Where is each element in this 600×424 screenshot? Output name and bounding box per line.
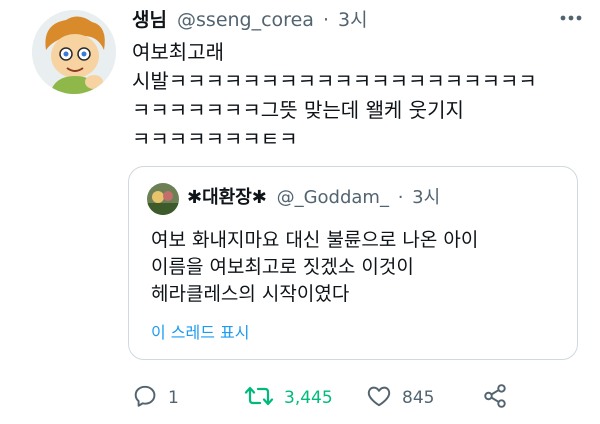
author-name[interactable]: 생님 — [132, 9, 167, 31]
quoted-tweet[interactable]: ✱대환장✱ @_Goddam_ · 3시 여보 화내지마요 대신 불륜으로 나온… — [128, 166, 578, 360]
like-button[interactable]: 845 — [366, 383, 434, 413]
retweet-count: 3,445 — [284, 388, 333, 408]
tweet-header: 생님 @sseng_corea · 3시 — [132, 8, 368, 32]
tweet-time[interactable]: 3시 — [338, 9, 368, 31]
like-count: 845 — [402, 388, 435, 408]
like-icon — [366, 383, 392, 413]
author-avatar[interactable] — [32, 10, 116, 94]
reply-icon — [132, 383, 158, 413]
author-handle[interactable]: @sseng_corea — [177, 9, 314, 31]
quote-author-handle[interactable]: @_Goddam_ — [277, 187, 389, 208]
quote-text: 여보 화내지마요 대신 불륜으로 나온 아이 이름을 여보최고로 짓겠소 이것이… — [151, 229, 479, 305]
quote-time[interactable]: 3시 — [412, 187, 440, 208]
show-thread-link[interactable]: 이 스레드 표시 — [151, 319, 250, 343]
separator-dot: · — [322, 9, 329, 31]
retweet-button[interactable]: 3,445 — [244, 383, 333, 413]
quote-author-avatar[interactable] — [147, 183, 179, 215]
reply-button[interactable]: 1 — [132, 383, 179, 413]
share-icon — [482, 383, 508, 413]
share-button[interactable] — [482, 383, 508, 413]
quote-separator-dot: · — [397, 187, 404, 208]
quote-author-name[interactable]: ✱대환장✱ — [187, 187, 267, 208]
tweet-text: 여보최고래 시발ㅋㅋㅋㅋㅋㅋㅋㅋㅋㅋㅋㅋㅋㅋㅋㅋㅋㅋㅋㅋ ㅋㅋㅋㅋㅋㅋㅋ그뜻 맞… — [132, 40, 537, 151]
retweet-icon — [244, 383, 274, 413]
quote-header: ✱대환장✱ @_Goddam_ · 3시 — [187, 185, 440, 211]
reply-count: 1 — [168, 388, 179, 408]
more-icon[interactable] — [556, 6, 586, 30]
